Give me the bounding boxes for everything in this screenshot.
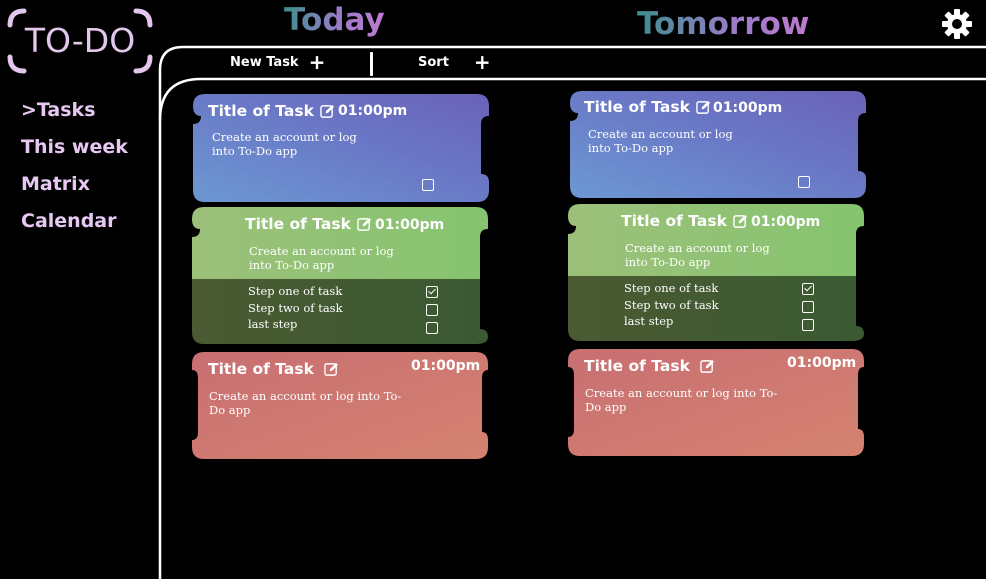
- task-card[interactable]: Title of Task 01:00pm Create an account …: [570, 91, 866, 198]
- task-title-text: Title of Task: [621, 212, 727, 230]
- task-time: 01:00pm: [787, 355, 857, 371]
- task-title[interactable]: Title of Task: [584, 98, 711, 116]
- edit-icon[interactable]: [733, 214, 748, 229]
- task-card[interactable]: Title of Task 01:00pm Create an account …: [192, 207, 488, 344]
- step-checkbox[interactable]: [426, 322, 438, 334]
- task-time: 01:00pm: [338, 103, 408, 119]
- task-title-text: Title of Task: [245, 215, 351, 233]
- edit-icon[interactable]: [357, 217, 372, 232]
- sort-button[interactable]: Sort +: [418, 50, 491, 74]
- task-card[interactable]: Title of Task 01:00pm Create an account …: [192, 352, 488, 459]
- task-title[interactable]: Title of Task: [621, 212, 748, 230]
- task-checkbox[interactable]: [422, 179, 434, 191]
- plus-icon: +: [308, 50, 326, 74]
- step-label: last step: [624, 314, 674, 328]
- task-description: Create an account or log into To- Do app: [585, 386, 778, 414]
- task-time: 01:00pm: [751, 214, 821, 230]
- task-time: 01:00pm: [375, 217, 445, 233]
- edit-icon[interactable]: [324, 362, 339, 377]
- task-description: Create an account or log into To-Do app: [249, 244, 394, 272]
- task-title[interactable]: Title of Task: [208, 360, 339, 378]
- step-label: Step one of task: [624, 281, 719, 295]
- task-title[interactable]: Title of Task: [208, 102, 335, 120]
- task-title-text: Title of Task: [208, 102, 314, 120]
- task-description: Create an account or log into To-Do app: [588, 127, 733, 155]
- task-title[interactable]: Title of Task: [584, 357, 715, 375]
- step-checkbox[interactable]: [426, 286, 438, 298]
- step-checkbox[interactable]: [426, 304, 438, 316]
- new-task-button[interactable]: New Task +: [230, 50, 326, 74]
- task-title-text: Title of Task: [584, 357, 690, 375]
- plus-icon: +: [473, 50, 491, 74]
- task-card[interactable]: Title of Task 01:00pm Create an account …: [568, 204, 864, 341]
- step-label: Step one of task: [248, 284, 343, 298]
- task-description: Create an account or log into To-Do app: [625, 241, 770, 269]
- edit-icon[interactable]: [320, 104, 335, 119]
- step-checkbox[interactable]: [802, 301, 814, 313]
- task-title-text: Title of Task: [584, 98, 690, 116]
- task-description: Create an account or log into To- Do app: [209, 389, 402, 417]
- step-label: Step two of task: [248, 301, 343, 315]
- task-time: 01:00pm: [713, 100, 783, 116]
- step-checkbox[interactable]: [802, 283, 814, 295]
- sort-label: Sort: [418, 55, 449, 70]
- task-card[interactable]: Title of Task 01:00pm Create an account …: [568, 349, 864, 456]
- task-card[interactable]: Title of Task 01:00pm Create an account …: [193, 94, 489, 202]
- step-label: Step two of task: [624, 298, 719, 312]
- edit-icon[interactable]: [696, 100, 711, 115]
- task-description: Create an account or log into To-Do app: [212, 130, 357, 158]
- task-time: 01:00pm: [411, 358, 481, 374]
- step-checkbox[interactable]: [802, 319, 814, 331]
- edit-icon[interactable]: [700, 359, 715, 374]
- toolbar-divider: [370, 52, 373, 76]
- task-checkbox[interactable]: [798, 176, 810, 188]
- task-title[interactable]: Title of Task: [245, 215, 372, 233]
- task-title-text: Title of Task: [208, 360, 314, 378]
- new-task-label: New Task: [230, 55, 299, 70]
- step-label: last step: [248, 317, 298, 331]
